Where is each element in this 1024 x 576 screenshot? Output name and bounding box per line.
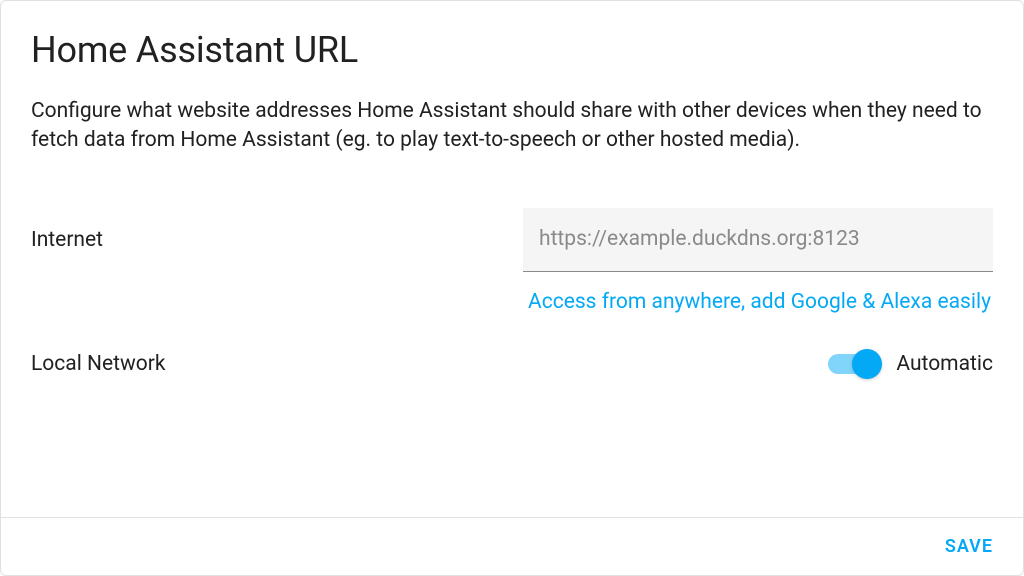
page-title: Home Assistant URL — [31, 29, 993, 71]
local-network-label: Local Network — [31, 352, 512, 376]
card-body: Home Assistant URL Configure what websit… — [1, 1, 1023, 517]
automatic-toggle-wrap: Automatic — [828, 352, 993, 376]
access-anywhere-link[interactable]: Access from anywhere, add Google & Alexa… — [528, 290, 991, 314]
automatic-toggle[interactable] — [828, 354, 876, 374]
local-network-right: Automatic — [512, 352, 993, 376]
automatic-toggle-label: Automatic — [896, 352, 993, 376]
save-button[interactable]: SAVE — [945, 536, 993, 557]
toggle-thumb — [852, 349, 882, 379]
settings-card: Home Assistant URL Configure what websit… — [0, 0, 1024, 576]
internet-row: Internet — [31, 208, 993, 272]
internet-label: Internet — [31, 228, 512, 252]
page-description: Configure what website addresses Home As… — [31, 97, 993, 156]
card-footer: SAVE — [1, 517, 1023, 575]
internet-input-wrap — [512, 208, 993, 272]
local-network-row: Local Network Automatic — [31, 352, 993, 376]
internet-url-input[interactable] — [523, 208, 993, 272]
access-link-row: Access from anywhere, add Google & Alexa… — [31, 290, 993, 314]
